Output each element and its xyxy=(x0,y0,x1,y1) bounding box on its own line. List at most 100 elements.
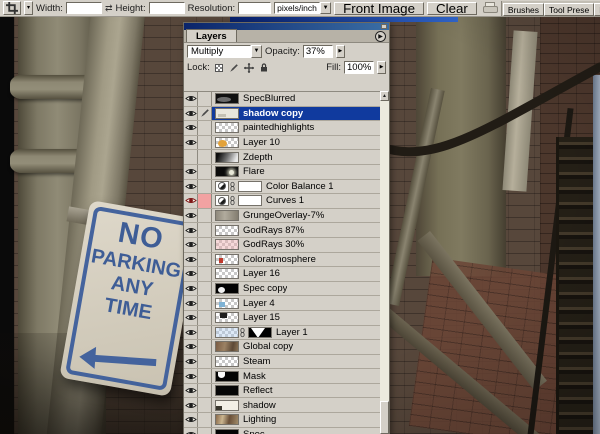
layer-thumbnail[interactable] xyxy=(215,371,239,382)
layer-name[interactable]: Reflect xyxy=(243,385,273,396)
lock-position-icon[interactable] xyxy=(243,62,255,74)
visibility-toggle[interactable] xyxy=(184,92,198,106)
layer-thumbnail[interactable] xyxy=(215,385,239,396)
edit-state-cell[interactable] xyxy=(198,282,212,296)
layer-row[interactable]: Global copy xyxy=(184,340,380,355)
layer-name[interactable]: Lighting xyxy=(243,414,276,425)
layer-thumbnail[interactable] xyxy=(215,268,239,279)
layer-row[interactable]: GodRays 87% xyxy=(184,223,380,238)
dropdown-arrow-icon[interactable]: ▼ xyxy=(320,2,331,14)
layer-row[interactable]: SpecBlurred xyxy=(184,92,380,107)
layer-name[interactable]: Curves 1 xyxy=(266,195,304,206)
layer-row[interactable]: Lighting xyxy=(184,413,380,428)
lock-all-icon[interactable] xyxy=(258,62,270,74)
layer-thumbnail[interactable] xyxy=(215,298,239,309)
edit-state-cell[interactable] xyxy=(198,150,212,164)
resolution-unit-select[interactable]: pixels/inch ▼ xyxy=(274,2,331,14)
layer-name[interactable]: Spec copy xyxy=(243,283,287,294)
edit-state-cell[interactable] xyxy=(198,326,212,340)
layer-thumbnail[interactable] xyxy=(215,356,239,367)
visibility-toggle[interactable] xyxy=(184,121,198,135)
front-image-button[interactable]: Front Image xyxy=(334,2,424,15)
layer-name[interactable]: Layer 1 xyxy=(276,327,308,338)
layer-row[interactable]: paintedhighlights xyxy=(184,121,380,136)
layer-name[interactable]: shadow copy xyxy=(243,108,303,119)
layer-row[interactable]: Layer 10 xyxy=(184,136,380,151)
edit-state-cell[interactable] xyxy=(198,384,212,398)
layer-name[interactable]: Spec xyxy=(243,429,265,434)
layer-thumbnail[interactable] xyxy=(215,122,239,133)
layer-name[interactable]: Color Balance 1 xyxy=(266,181,334,192)
edit-state-cell[interactable] xyxy=(198,238,212,252)
layer-row[interactable]: Layer 15 xyxy=(184,311,380,326)
visibility-toggle[interactable] xyxy=(184,326,198,340)
edit-state-cell[interactable] xyxy=(198,369,212,383)
layer-row[interactable]: Layer 16 xyxy=(184,267,380,282)
tab-brushes[interactable]: Brushes xyxy=(503,3,544,16)
edit-state-cell[interactable] xyxy=(198,296,212,310)
fill-value[interactable]: 100% xyxy=(344,61,374,74)
blend-mode-select[interactable]: Multiply ▼ xyxy=(187,45,262,58)
layer-row[interactable]: Coloratmosphere xyxy=(184,253,380,268)
layer-mask-thumbnail[interactable] xyxy=(238,195,262,206)
layer-thumbnail[interactable] xyxy=(215,254,239,265)
crop-tool-button[interactable] xyxy=(3,1,21,15)
layer-row[interactable]: Curves 1 xyxy=(184,194,380,209)
layer-name[interactable]: GrungeOverlay-7% xyxy=(243,210,324,221)
visibility-toggle[interactable] xyxy=(184,296,198,310)
layer-name[interactable]: Layer 4 xyxy=(243,298,275,309)
visibility-toggle[interactable] xyxy=(184,165,198,179)
edit-state-cell[interactable] xyxy=(198,223,212,237)
layer-row[interactable]: Flare xyxy=(184,165,380,180)
edit-state-cell[interactable] xyxy=(198,253,212,267)
visibility-toggle[interactable] xyxy=(184,282,198,296)
layer-row[interactable]: Spec xyxy=(184,428,380,434)
layer-name[interactable]: GodRays 30% xyxy=(243,239,304,250)
palette-menu-button[interactable]: ▶ xyxy=(375,31,386,42)
layer-thumbnail[interactable] xyxy=(215,341,239,352)
visibility-toggle[interactable] xyxy=(184,136,198,150)
layer-thumbnail[interactable] xyxy=(215,152,239,163)
lock-transparency-icon[interactable] xyxy=(213,62,225,74)
adjustment-layer-icon[interactable] xyxy=(215,181,229,192)
visibility-toggle[interactable] xyxy=(184,150,198,164)
layer-row[interactable]: Zdepth xyxy=(184,150,380,165)
layer-thumbnail[interactable] xyxy=(215,166,239,177)
layer-row[interactable]: Layer 1 xyxy=(184,326,380,341)
layer-thumbnail[interactable] xyxy=(215,225,239,236)
layer-row[interactable]: Layer 4 xyxy=(184,296,380,311)
edit-state-cell[interactable] xyxy=(198,428,212,434)
layer-row[interactable]: Mask xyxy=(184,369,380,384)
visibility-toggle[interactable] xyxy=(184,238,198,252)
layer-row[interactable]: GrungeOverlay-7% xyxy=(184,209,380,224)
edit-state-cell[interactable] xyxy=(198,136,212,150)
layer-row[interactable]: Reflect xyxy=(184,384,380,399)
layer-name[interactable]: Steam xyxy=(243,356,270,367)
visibility-toggle[interactable] xyxy=(184,194,198,208)
tab-layer-comps[interactable]: Layer Co xyxy=(594,3,600,16)
visibility-toggle[interactable] xyxy=(184,355,198,369)
edit-state-cell[interactable] xyxy=(198,311,212,325)
layer-row[interactable]: shadow xyxy=(184,398,380,413)
layer-name[interactable]: Global copy xyxy=(243,341,293,352)
layer-name[interactable]: GodRays 87% xyxy=(243,225,304,236)
layer-thumbnail[interactable] xyxy=(215,312,239,323)
layer-row[interactable]: shadow copy xyxy=(184,107,380,122)
layer-thumbnail[interactable] xyxy=(215,108,239,119)
layer-name[interactable]: Zdepth xyxy=(243,152,273,163)
scrollbar-thumb[interactable] xyxy=(380,401,389,434)
visibility-toggle[interactable] xyxy=(184,413,198,427)
edit-state-cell[interactable] xyxy=(198,165,212,179)
layer-row[interactable]: Spec copy xyxy=(184,282,380,297)
layer-name[interactable]: SpecBlurred xyxy=(243,93,295,104)
layer-thumbnail[interactable] xyxy=(215,283,239,294)
layer-thumbnail[interactable] xyxy=(215,210,239,221)
scrollbar-up-arrow[interactable]: ▲ xyxy=(380,91,389,101)
visibility-toggle[interactable] xyxy=(184,369,198,383)
visibility-toggle[interactable] xyxy=(184,311,198,325)
visibility-toggle[interactable] xyxy=(184,209,198,223)
layer-name[interactable]: Flare xyxy=(243,166,265,177)
lock-image-icon[interactable] xyxy=(228,62,240,74)
layer-thumbnail[interactable] xyxy=(215,239,239,250)
layer-thumbnail[interactable] xyxy=(215,414,239,425)
